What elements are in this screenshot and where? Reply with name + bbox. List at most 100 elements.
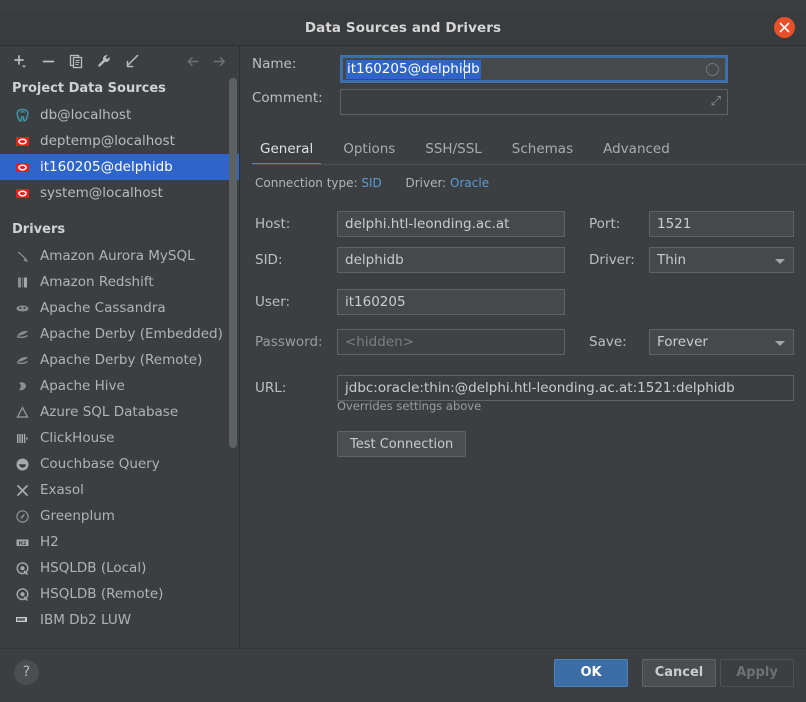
port-input-value: 1521 [657,216,692,232]
postgresql-icon [14,107,31,124]
left-panel: Project Data Sources db@localhost deptem… [0,46,240,648]
hive-icon [14,378,31,395]
connection-type-value[interactable]: SID [361,176,381,190]
driver-hsqldb-local[interactable]: HSQLDB (Local) [0,555,239,581]
driver-exasol[interactable]: Exasol [0,477,239,503]
tab-schemas[interactable]: Schemas [504,135,581,165]
sid-label: SID: [255,252,283,268]
close-button[interactable] [774,17,795,38]
list-item-label: Apache Cassandra [40,300,166,316]
cancel-button[interactable]: Cancel [642,659,716,687]
plus-icon [13,54,26,68]
dialog-window: Data Sources and Drivers Project Data So… [0,0,806,702]
driver-apache-derby-remote[interactable]: Apache Derby (Remote) [0,347,239,373]
driver-apache-hive[interactable]: Apache Hive [0,373,239,399]
redshift-icon [14,274,31,291]
list-item-label: HSQLDB (Local) [40,560,147,576]
copy-icon [69,54,82,68]
data-source-it160205-delphidb[interactable]: it160205@delphidb [0,154,239,180]
driver-couchbase-query[interactable]: Couchbase Query [0,451,239,477]
apply-button: Apply [720,659,794,687]
tab-advanced[interactable]: Advanced [595,135,678,165]
hsqldb-icon [14,586,31,603]
import-button[interactable] [118,48,146,74]
azure-icon [14,404,31,421]
greenplum-icon [14,508,31,525]
test-connection-button[interactable]: Test Connection [337,431,467,457]
driver-ibm-db2-luw[interactable]: IBM Db2 LUW [0,607,239,633]
sidebar-toolbar [0,46,240,76]
driver-amazon-redshift[interactable]: Amazon Redshift [0,269,239,295]
oracle-icon [14,159,31,176]
nav-forward-button[interactable] [206,48,232,74]
remove-button[interactable] [34,48,62,74]
user-label: User: [255,294,291,310]
minus-icon [42,60,54,62]
driver-apache-derby-embedded[interactable]: Apache Derby (Embedded) [0,321,239,347]
sid-input[interactable]: delphidb [337,247,565,273]
oracle-icon [14,133,31,150]
sidebar-scrollbar[interactable] [229,78,237,448]
user-input-value: it160205 [345,294,406,310]
list-item-label: Apache Hive [40,378,125,394]
data-source-db-localhost[interactable]: db@localhost [0,102,239,128]
driver-select[interactable]: Thin [649,247,794,273]
comment-label: Comment: [252,90,323,106]
text-caret [464,60,465,79]
add-button[interactable] [6,48,34,74]
nav-back-button[interactable] [180,48,206,74]
data-source-deptemp-localhost[interactable]: deptemp@localhost [0,128,239,154]
tab-bar: General Options SSH/SSL Schemas Advanced [252,134,806,165]
chevron-down-icon [775,341,785,346]
host-input-value: delphi.htl-leonding.ac.at [345,216,510,232]
tab-divider [252,164,806,165]
save-select[interactable]: Forever [649,329,794,355]
name-input[interactable]: it160205@delphidb [340,55,728,83]
name-input-value: it160205@delphidb [346,60,481,79]
password-input[interactable]: <hidden> [337,329,565,355]
arrow-right-icon [213,56,225,66]
chevron-down-icon [775,259,785,264]
duplicate-button[interactable] [62,48,90,74]
name-row: Name: [252,56,340,72]
expand-icon[interactable]: ⤢ [711,95,721,109]
list-item-label: HSQLDB (Remote) [40,586,164,602]
h2-icon: H2 [14,534,31,551]
tab-ssh-ssl[interactable]: SSH/SSL [417,135,490,165]
tab-general[interactable]: General [252,135,322,165]
sid-input-value: delphidb [345,252,404,268]
url-input[interactable]: jdbc:oracle:thin:@delphi.htl-leonding.ac… [337,375,794,401]
host-input[interactable]: delphi.htl-leonding.ac.at [337,211,565,237]
help-button[interactable]: ? [14,660,39,685]
arrow-down-left-icon [126,54,138,67]
aurora-icon [14,248,31,265]
tab-options[interactable]: Options [335,135,403,165]
connection-type-label: Connection type: [255,176,358,190]
port-input[interactable]: 1521 [649,211,794,237]
list-item-label: it160205@delphidb [40,159,173,175]
user-input[interactable]: it160205 [337,289,565,315]
driver-apache-cassandra[interactable]: Apache Cassandra [0,295,239,321]
comment-input[interactable]: ⤢ [340,89,728,115]
name-label: Name: [252,56,297,72]
driver-greenplum[interactable]: Greenplum [0,503,239,529]
list-item-label: H2 [40,534,59,550]
details-panel: Name: it160205@delphidb Comment: ⤢ Gener… [240,46,806,648]
driver-select-value: Thin [657,252,687,268]
ok-button[interactable]: OK [554,659,628,687]
arrow-left-icon [186,56,199,66]
driver-amazon-aurora-mysql[interactable]: Amazon Aurora MySQL [0,243,239,269]
driver-h2[interactable]: H2 H2 [0,529,239,555]
driver-clickhouse[interactable]: ClickHouse [0,425,239,451]
list-item-label: Exasol [40,482,84,498]
dialog-footer: ? OK Cancel Apply [0,648,806,696]
oracle-icon [14,185,31,202]
properties-button[interactable] [90,48,118,74]
driver-azure-sql-database[interactable]: Azure SQL Database [0,399,239,425]
driver-hsqldb-remote[interactable]: HSQLDB (Remote) [0,581,239,607]
list-item-label: db@localhost [40,107,132,123]
cassandra-icon [14,300,31,317]
data-source-system-localhost[interactable]: system@localhost [0,180,239,206]
driver-link-value[interactable]: Oracle [450,176,489,190]
port-label: Port: [589,216,621,232]
